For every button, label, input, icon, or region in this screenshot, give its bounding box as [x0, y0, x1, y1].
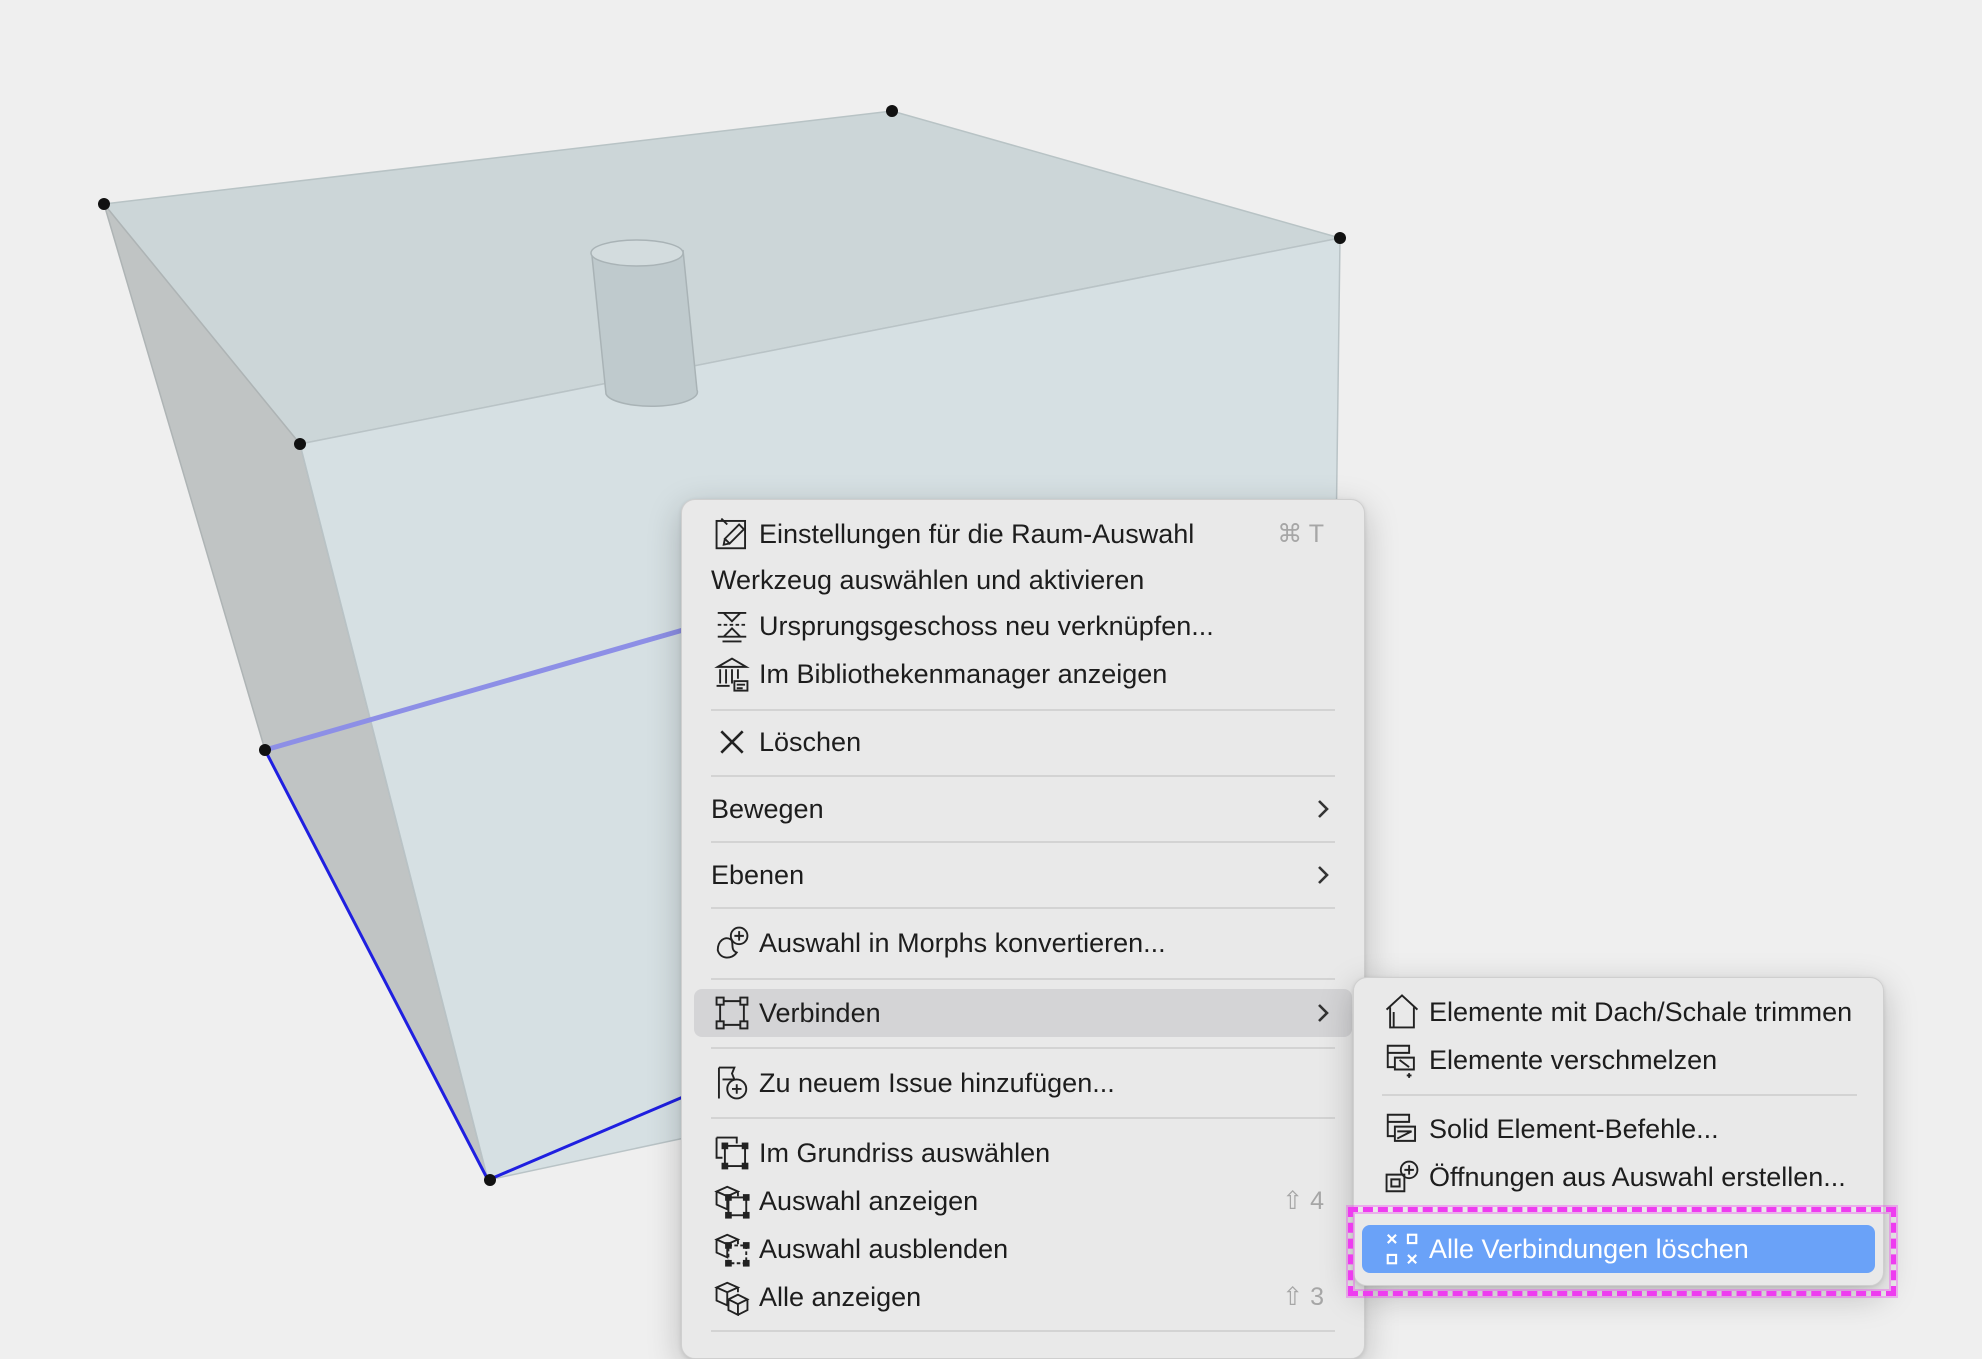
menu-separator	[711, 709, 1335, 711]
chevron-right-icon	[1318, 800, 1329, 818]
issue-add-icon	[708, 1059, 756, 1107]
menu-item-label: Löschen	[759, 726, 862, 757]
menu-item-move[interactable]: Bewegen	[694, 785, 1352, 833]
submenu-item-create-openings[interactable]: Öffnungen aus Auswahl erstellen...	[1362, 1153, 1875, 1201]
submenu-item-trim-roof[interactable]: Elemente mit Dach/Schale trimmen	[1362, 988, 1875, 1036]
menu-item-hide-selection[interactable]: Auswahl ausblenden	[694, 1225, 1352, 1273]
menu-separator	[711, 1047, 1335, 1049]
menu-item-label: Alle anzeigen	[759, 1281, 922, 1312]
create-opening-icon	[1378, 1153, 1426, 1201]
menu-item-relink-story[interactable]: Ursprungsgeschoss neu verknüpfen...	[694, 602, 1352, 650]
menu-item-label: Bewegen	[711, 793, 824, 824]
menu-item-select-in-plan[interactable]: Im Grundriss auswählen	[694, 1129, 1352, 1177]
menu-item-label: Öffnungen aus Auswahl erstellen...	[1429, 1161, 1846, 1192]
close-icon	[708, 718, 756, 766]
menu-item-show-all[interactable]: Alle anzeigen ⇧ 3	[694, 1273, 1352, 1321]
menu-item-show-selection[interactable]: Auswahl anzeigen ⇧ 4	[694, 1177, 1352, 1225]
menu-separator	[711, 907, 1335, 909]
shortcut-label: ⌘ T	[1277, 520, 1324, 548]
menu-item-connect[interactable]: Verbinden	[694, 989, 1352, 1037]
hide-selection-icon	[708, 1225, 756, 1273]
trim-roof-icon	[1378, 988, 1426, 1036]
menu-item-label: Einstellungen für die Raum-Auswahl	[759, 518, 1195, 549]
show-all-icon	[708, 1273, 756, 1321]
settings-pencil-icon	[708, 510, 756, 558]
menu-item-label: Auswahl ausblenden	[759, 1233, 1009, 1264]
annotation-highlight	[1348, 1207, 1896, 1296]
menu-item-label: Verbinden	[759, 997, 881, 1028]
menu-item-library-manager[interactable]: Im Bibliothekenmanager anzeigen	[694, 650, 1352, 698]
menu-item-label: Elemente verschmelzen	[1429, 1044, 1718, 1075]
submenu-item-merge[interactable]: Elemente verschmelzen	[1362, 1036, 1875, 1084]
menu-item-label: Solid Element-Befehle...	[1429, 1113, 1719, 1144]
library-icon	[708, 650, 756, 698]
context-menu: Einstellungen für die Raum-Auswahl ⌘ T W…	[681, 499, 1365, 1359]
submenu-item-solid-operations[interactable]: Solid Element-Befehle...	[1362, 1105, 1875, 1153]
menu-item-label: Im Bibliothekenmanager anzeigen	[759, 658, 1168, 689]
connect-icon	[708, 989, 756, 1037]
select-in-plan-icon	[708, 1129, 756, 1177]
menu-item-add-issue[interactable]: Zu neuem Issue hinzufügen...	[694, 1059, 1352, 1107]
menu-item-room-settings[interactable]: Einstellungen für die Raum-Auswahl ⌘ T	[694, 510, 1352, 558]
relink-story-icon	[708, 602, 756, 650]
menu-separator	[711, 1330, 1335, 1332]
solid-operations-icon	[1378, 1105, 1426, 1153]
menu-item-label: Elemente mit Dach/Schale trimmen	[1429, 996, 1853, 1027]
menu-separator	[711, 841, 1335, 843]
menu-item-label: Werkzeug auswählen und aktivieren	[711, 564, 1145, 595]
menu-item-label: Ursprungsgeschoss neu verknüpfen...	[759, 610, 1214, 641]
menu-item-label: Ebenen	[711, 859, 805, 890]
menu-item-label: Zu neuem Issue hinzufügen...	[759, 1067, 1115, 1098]
menu-separator	[711, 775, 1335, 777]
menu-item-label: Auswahl anzeigen	[759, 1185, 979, 1216]
menu-item-label: Auswahl in Morphs konvertieren...	[759, 927, 1166, 958]
menu-item-convert-morph[interactable]: Auswahl in Morphs konvertieren...	[694, 919, 1352, 967]
cylinder-object[interactable]	[590, 239, 699, 407]
shortcut-label: ⇧ 4	[1282, 1187, 1324, 1215]
merge-icon	[1378, 1036, 1426, 1084]
menu-separator	[1382, 1094, 1857, 1096]
menu-item-layers[interactable]: Ebenen	[694, 851, 1352, 899]
show-selection-icon	[708, 1177, 756, 1225]
morph-icon	[708, 919, 756, 967]
chevron-right-icon	[1318, 1004, 1329, 1022]
chevron-right-icon	[1318, 866, 1329, 884]
menu-item-delete[interactable]: Löschen	[694, 718, 1352, 766]
menu-separator	[711, 978, 1335, 980]
menu-separator	[711, 1117, 1335, 1119]
shortcut-label: ⇧ 3	[1282, 1283, 1324, 1311]
menu-item-label: Im Grundriss auswählen	[759, 1137, 1051, 1168]
menu-item-select-tool[interactable]: Werkzeug auswählen und aktivieren	[694, 556, 1352, 604]
